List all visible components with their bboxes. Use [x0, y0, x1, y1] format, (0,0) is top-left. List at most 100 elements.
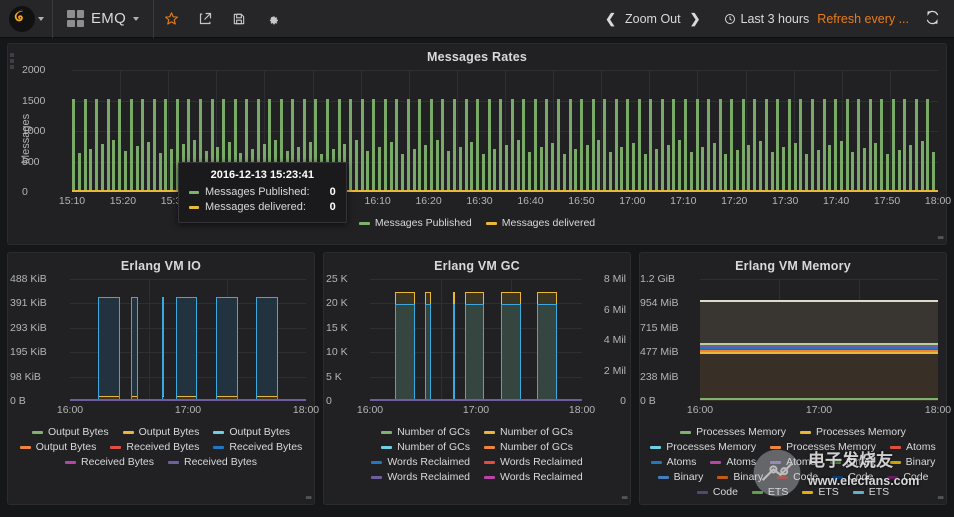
legend-item[interactable]: ETS [853, 486, 889, 498]
bar [632, 143, 635, 192]
legend-item[interactable]: Processes Memory [650, 441, 756, 453]
legend-item[interactable]: Code [887, 471, 928, 483]
chart-erlang-vm-gc[interactable]: 05 K10 K15 K20 K25 K 02 Mil4 Mil6 Mil8 M… [324, 273, 630, 423]
x-tick-label: 17:00 [619, 195, 645, 207]
panel-messages-rates: Messages Rates Messages 0500100015002000… [7, 43, 947, 245]
panel-resize-handle[interactable]: ▪▪▪ [621, 491, 627, 504]
bar [107, 99, 110, 192]
legend-item[interactable]: Atoms [770, 456, 816, 468]
chart-erlang-vm-io[interactable]: 0 B98 KiB195 KiB293 KiB391 KiB488 KiB 16… [8, 273, 314, 423]
legend-item[interactable]: Binary [830, 456, 876, 468]
y-tick-label: 195 KiB [10, 346, 47, 358]
legend-color-swatch [371, 461, 382, 464]
legend-label: Number of GCs [500, 441, 573, 453]
legend-item[interactable]: Received Bytes [110, 441, 199, 453]
refresh-interval-picker[interactable]: Refresh every ... [817, 12, 921, 26]
gear-icon[interactable] [256, 0, 290, 38]
legend-item[interactable]: Processes Memory [680, 426, 786, 438]
time-shift-back-button[interactable]: ❮ [598, 11, 623, 27]
refresh-icon[interactable] [921, 10, 944, 28]
legend-item[interactable]: Code [777, 471, 818, 483]
legend-item[interactable]: Output Bytes [213, 426, 290, 438]
time-range-picker[interactable]: Last 3 hours [708, 12, 818, 26]
legend-item[interactable]: Messages Published [359, 217, 472, 229]
bar [153, 99, 156, 192]
legend-item[interactable]: Messages delivered [486, 217, 595, 229]
legend-item[interactable]: Code [697, 486, 738, 498]
bar [447, 151, 450, 192]
legend-item[interactable]: Number of GCs [381, 426, 470, 438]
grafana-home-button[interactable] [0, 0, 52, 38]
legend-item[interactable]: Binary [658, 471, 704, 483]
bar [441, 99, 444, 192]
legend-item[interactable]: Received Bytes [168, 456, 257, 468]
legend-item[interactable]: Binary [717, 471, 763, 483]
legend-label: Messages Published [375, 217, 472, 229]
dashboard-picker[interactable]: EMQ [53, 0, 153, 38]
legend-color-swatch [777, 476, 788, 479]
panel-title-messages-rates[interactable]: Messages Rates [8, 44, 946, 64]
legend-item[interactable]: Atoms [651, 456, 697, 468]
panel-title-erlang-vm-memory[interactable]: Erlang VM Memory [640, 253, 946, 273]
save-icon[interactable] [222, 0, 256, 38]
panel-resize-handle[interactable]: ▪▪▪ [937, 231, 943, 244]
legend-item[interactable]: Atoms [890, 441, 936, 453]
gridline-v [441, 279, 442, 401]
gc-burst-words [465, 304, 484, 401]
bar [453, 99, 456, 192]
bar [834, 99, 837, 192]
tooltip-series-label: Messages Published: [205, 185, 310, 200]
legend-item[interactable]: Words Reclaimed [484, 471, 583, 483]
y-tick-label: 1500 [22, 95, 45, 107]
legend-item[interactable]: Output Bytes [20, 441, 97, 453]
y-tick-label: 4 Mil [604, 334, 626, 346]
legend-item[interactable]: Code [832, 471, 873, 483]
share-icon[interactable] [188, 0, 222, 38]
legend-item[interactable]: ETS [802, 486, 838, 498]
plot-area [70, 279, 306, 401]
legend-item[interactable]: Output Bytes [123, 426, 200, 438]
x-tick-label: 16:00 [687, 404, 713, 416]
legend-item[interactable]: ETS [752, 486, 788, 498]
legend-item[interactable]: Received Bytes [213, 441, 302, 453]
legend-item[interactable]: Number of GCs [484, 441, 573, 453]
zoom-out-button[interactable]: Zoom Out [623, 12, 683, 26]
dashboard-name: EMQ [91, 10, 126, 27]
panel-resize-handle[interactable]: ▪▪▪ [305, 491, 311, 504]
bar [690, 152, 693, 192]
panel-title-erlang-vm-io[interactable]: Erlang VM IO [8, 253, 314, 273]
x-tick-label: 16:30 [466, 195, 492, 207]
chart-messages-rates[interactable]: Messages 0500100015002000 15:1015:2015:3… [8, 64, 946, 214]
panel-erlang-vm-io: Erlang VM IO 0 B98 KiB195 KiB293 KiB391 … [7, 252, 315, 505]
time-range-label: Last 3 hours [741, 12, 810, 26]
time-controls: ❮ Zoom Out ❯ Last 3 hours Refresh every … [598, 0, 954, 38]
legend-item[interactable]: Atoms [710, 456, 756, 468]
gridline-h [700, 279, 938, 280]
legend-item[interactable]: Binary [890, 456, 936, 468]
panel-title-erlang-vm-gc[interactable]: Erlang VM GC [324, 253, 630, 273]
bar [817, 150, 820, 192]
legend-item[interactable]: Received Bytes [65, 456, 154, 468]
legend-item[interactable]: Processes Memory [800, 426, 906, 438]
memory-band-baseline-green [700, 398, 938, 400]
legend-item[interactable]: Number of GCs [484, 426, 573, 438]
legend-item[interactable]: Number of GCs [381, 441, 470, 453]
bar [522, 99, 525, 192]
legend-item[interactable]: Words Reclaimed [371, 456, 470, 468]
bar [805, 154, 808, 192]
legend-label: Messages delivered [502, 217, 595, 229]
chart-erlang-vm-memory[interactable]: 0 B238 MiB477 MiB715 MiB954 MiB1.2 GiB 1… [640, 273, 946, 423]
legend-color-swatch [213, 446, 224, 449]
star-icon[interactable] [154, 0, 188, 38]
legend-item[interactable]: Words Reclaimed [371, 471, 470, 483]
time-shift-forward-button[interactable]: ❯ [683, 11, 708, 27]
dashboard-body: Messages Rates Messages 0500100015002000… [0, 38, 954, 505]
bar [724, 154, 727, 192]
legend-item[interactable]: Output Bytes [32, 426, 109, 438]
bar [366, 151, 369, 192]
legend-item[interactable]: Words Reclaimed [484, 456, 583, 468]
legend-color-swatch [651, 461, 662, 464]
bar [499, 99, 502, 192]
legend-item[interactable]: Processes Memory [770, 441, 876, 453]
panel-resize-handle[interactable]: ▪▪▪ [937, 491, 943, 504]
